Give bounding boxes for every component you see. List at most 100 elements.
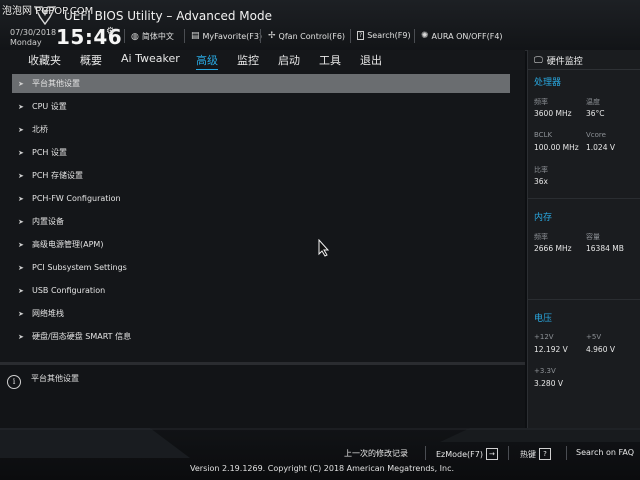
search-button[interactable]: ? Search(F9) — [357, 31, 411, 40]
footer-bar: 上一次的修改记录 EzMode(F7) → 热键 ? Search on FAQ… — [0, 428, 640, 480]
v5-value: 4.960 V — [586, 345, 615, 354]
search-faq-button[interactable]: Search on FAQ — [576, 448, 634, 457]
menu-item-label: 硬盘/固态硬盘 SMART 信息 — [32, 332, 132, 341]
tab-monitor[interactable]: 监控 — [237, 52, 259, 68]
tab-boot[interactable]: 启动 — [278, 52, 300, 68]
aura-toggle-button-label: AURA ON/OFF(F4) — [431, 31, 503, 41]
weekday-text: Monday — [10, 38, 42, 47]
menu-item-network-stack[interactable]: ➤ 网络堆栈 — [12, 304, 510, 323]
menu-item-label: 高级电源管理(APM) — [32, 240, 104, 249]
menu-item-label: PCH-FW Configuration — [32, 194, 121, 203]
qfan-control-button[interactable]: ✢ Qfan Control(F6) — [268, 31, 345, 41]
chevron-right-icon: ➤ — [18, 263, 24, 272]
v33-value: 3.280 V — [534, 379, 563, 388]
cpu-freq-label: 频率 — [534, 98, 548, 106]
header-separator — [260, 29, 261, 43]
cpu-temp-label: 温度 — [586, 98, 600, 106]
menu-item-onboard-devices[interactable]: ➤ 内置设备 — [12, 212, 510, 231]
myfavorite-button-label: MyFavorite(F3) — [202, 31, 263, 41]
menu-item-smart-info[interactable]: ➤ 硬盘/固态硬盘 SMART 信息 — [12, 327, 510, 346]
v12-value: 12.192 V — [534, 345, 568, 354]
menu-item-usb-configuration[interactable]: ➤ USB Configuration — [12, 281, 510, 300]
ezmode-button-label: EzMode(F7) — [436, 449, 483, 459]
clock-settings-gear-icon[interactable]: ⚙ — [106, 26, 115, 37]
hotkeys-button[interactable]: 热键 ? — [520, 448, 551, 460]
aura-icon: ✺ — [421, 31, 429, 41]
chevron-right-icon: ➤ — [18, 286, 24, 295]
voltage-section-title: 电压 — [534, 314, 553, 324]
info-icon: i — [7, 375, 21, 389]
last-modified-button[interactable]: 上一次的修改记录 — [344, 448, 408, 459]
fan-icon: ✢ — [268, 31, 276, 41]
menu-item-cpu[interactable]: ➤ CPU 设置 — [12, 97, 510, 116]
date-display: 07/30/2018 Monday — [10, 28, 56, 48]
tab-tool[interactable]: 工具 — [319, 52, 341, 68]
menu-item-label: PCI Subsystem Settings — [32, 263, 127, 272]
menu-item-pch-storage[interactable]: ➤ PCH 存储设置 — [12, 166, 510, 185]
panel-divider — [528, 69, 640, 70]
chevron-right-icon: ➤ — [18, 332, 24, 341]
memory-capacity-value: 16384 MB — [586, 244, 624, 253]
menu-item-label: 网络堆栈 — [32, 309, 64, 318]
tab-favorites[interactable]: 收藏夹 — [28, 52, 61, 68]
section-divider — [528, 299, 640, 300]
menu-item-label: PCH 设置 — [32, 148, 67, 157]
header-separator — [350, 29, 351, 43]
language-button[interactable]: ◍ 简体中文 — [131, 31, 174, 42]
tab-exit[interactable]: 退出 — [360, 52, 382, 68]
memory-capacity-label: 容量 — [586, 233, 600, 241]
advanced-menu-list: ➤ 平台其他设置 ➤ CPU 设置 ➤ 北桥 ➤ PCH 设置 ➤ PCH 存储… — [0, 70, 525, 362]
hardware-monitor-title-text: 硬件监控 — [546, 57, 583, 67]
v5-label: +5V — [586, 333, 602, 341]
chevron-right-icon: ➤ — [18, 194, 24, 203]
version-copyright-text: Version 2.19.1269. Copyright (C) 2018 Am… — [190, 464, 455, 473]
section-divider — [528, 198, 640, 199]
menu-item-label: 内置设备 — [32, 217, 64, 226]
qfan-control-button-label: Qfan Control(F6) — [278, 31, 346, 41]
myfavorite-button[interactable]: ▤ MyFavorite(F3) — [191, 31, 262, 41]
hardware-monitor-panel: 🖵 硬件监控 处理器 频率 温度 3600 MHz 36°C BCLK Vcor… — [527, 50, 640, 428]
globe-icon: ◍ — [131, 31, 139, 42]
help-description: 平台其他设置 — [31, 374, 79, 383]
menu-item-northbridge[interactable]: ➤ 北桥 — [12, 120, 510, 139]
menu-item-label: 平台其他设置 — [32, 79, 80, 88]
help-panel: i 平台其他设置 — [0, 365, 525, 428]
favorite-icon: ▤ — [191, 31, 200, 41]
tab-ai-tweaker[interactable]: Ai Tweaker — [121, 52, 180, 65]
cpu-freq-value: 3600 MHz — [534, 109, 572, 118]
header-separator — [184, 29, 185, 43]
menu-item-pci-subsystem[interactable]: ➤ PCI Subsystem Settings — [12, 258, 510, 277]
ratio-label: 比率 — [534, 166, 548, 174]
hotkeys-button-label: 热键 — [520, 449, 536, 459]
hardware-monitor-title: 🖵 硬件监控 — [534, 54, 583, 68]
chevron-right-icon: ➤ — [18, 217, 24, 226]
search-icon: ? — [357, 31, 365, 40]
chevron-right-icon: ➤ — [18, 240, 24, 249]
footer-separator — [508, 446, 509, 460]
menu-item-label: PCH 存储设置 — [32, 171, 83, 180]
menu-item-label: USB Configuration — [32, 286, 106, 295]
exit-arrow-icon: → — [485, 448, 498, 460]
date-text: 07/30/2018 — [10, 28, 57, 37]
menu-item-pch[interactable]: ➤ PCH 设置 — [12, 143, 510, 162]
footer-separator — [566, 446, 567, 460]
chevron-right-icon: ➤ — [18, 171, 24, 180]
tab-advanced[interactable]: 高级 — [196, 52, 218, 71]
main-tab-bar: 收藏夹 概要 Ai Tweaker 高级 监控 启动 工具 退出 — [0, 50, 525, 71]
menu-item-apm[interactable]: ➤ 高级电源管理(APM) — [12, 235, 510, 254]
mouse-pointer-icon — [318, 239, 330, 257]
search-button-label: Search(F9) — [367, 31, 411, 40]
chevron-right-icon: ➤ — [18, 102, 24, 111]
v33-label: +3.3V — [534, 367, 556, 375]
ezmode-button[interactable]: EzMode(F7) → — [436, 448, 498, 460]
vcore-label: Vcore — [586, 131, 606, 139]
tab-main[interactable]: 概要 — [80, 52, 102, 68]
chevron-right-icon: ➤ — [18, 79, 24, 88]
cpu-section-title: 处理器 — [534, 78, 562, 88]
aura-toggle-button[interactable]: ✺ AURA ON/OFF(F4) — [421, 31, 503, 41]
memory-freq-value: 2666 MHz — [534, 244, 572, 253]
menu-item-platform-misc[interactable]: ➤ 平台其他设置 — [12, 74, 510, 93]
menu-item-pch-fw[interactable]: ➤ PCH-FW Configuration — [12, 189, 510, 208]
menu-item-label: CPU 设置 — [32, 102, 67, 111]
monitor-icon: 🖵 — [534, 55, 543, 66]
